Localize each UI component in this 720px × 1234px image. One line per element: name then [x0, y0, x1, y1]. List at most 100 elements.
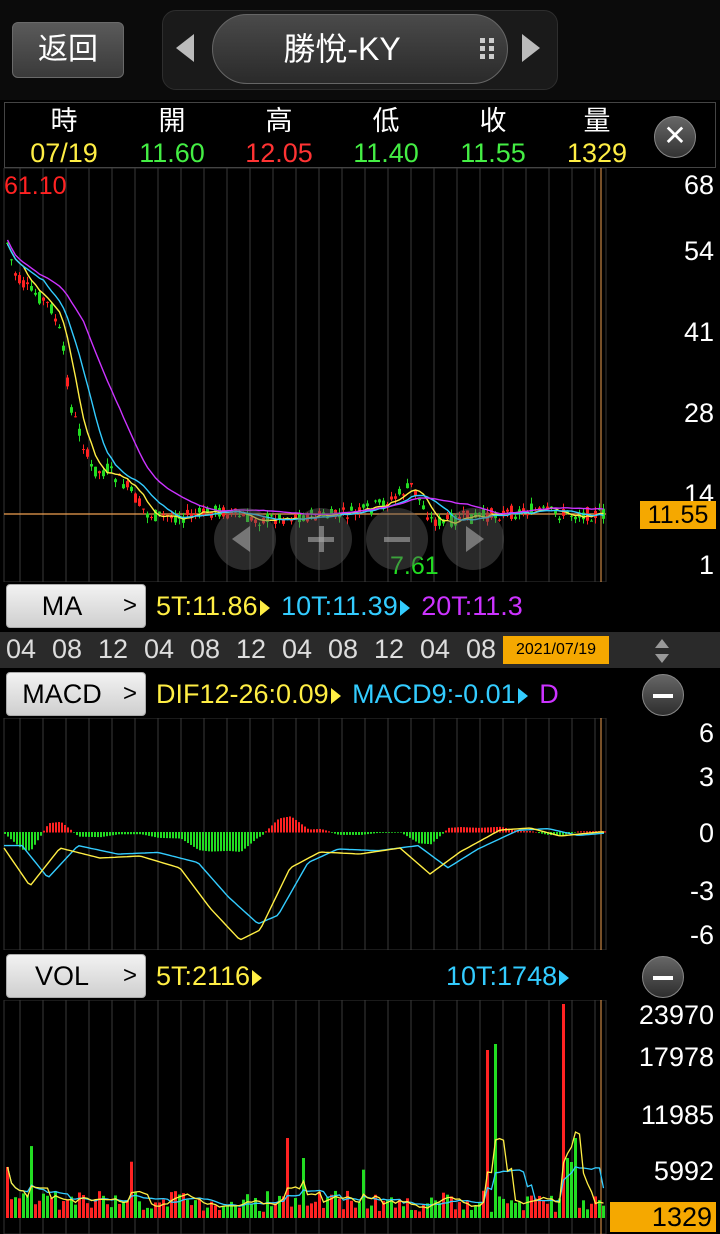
candle: [62, 345, 65, 351]
macd-osc-bar: [253, 832, 255, 842]
volume-bar: [522, 1210, 525, 1218]
volume-bar: [170, 1192, 173, 1218]
left-arrow-icon[interactable]: [176, 34, 194, 62]
macd-osc-bar: [19, 832, 21, 848]
macd-osc-bar: [418, 832, 420, 844]
macd-osc-bar: [490, 827, 492, 833]
macd-indicator-button[interactable]: MACD >: [6, 672, 146, 716]
macd-osc-bar: [538, 832, 540, 834]
macd-osc-bar: [442, 832, 444, 834]
candle: [142, 508, 145, 510]
macd-osc-bar: [100, 832, 102, 838]
flag-icon: [259, 599, 270, 616]
flag-icon: [559, 969, 570, 986]
candle: [514, 516, 517, 519]
volume-bar: [274, 1203, 277, 1218]
ma-indicator-button[interactable]: MA >: [6, 584, 146, 628]
quote-label: 高: [265, 106, 293, 136]
macd-osc-bar: [298, 822, 300, 833]
macd-osc-bar: [574, 832, 576, 833]
candle: [26, 282, 29, 285]
macd-osc-bar: [337, 832, 339, 835]
macd-osc-bar: [172, 832, 174, 839]
candle: [146, 513, 149, 518]
macd-osc-bar: [430, 832, 432, 845]
candle: [362, 504, 365, 508]
volume-bar: [30, 1146, 33, 1218]
macd-osc-bar: [265, 831, 267, 833]
flag-icon: [252, 969, 263, 986]
candle: [130, 486, 133, 491]
macd-osc-bar: [391, 832, 393, 833]
time-tick: 04: [6, 634, 37, 664]
candle: [542, 506, 545, 508]
pan-right-icon[interactable]: [442, 508, 504, 570]
candle: [58, 326, 61, 329]
macd-osc-bar: [451, 827, 453, 833]
macd-osc-bar: [118, 832, 120, 835]
zoom-in-icon[interactable]: [290, 508, 352, 570]
macd-y-tick: 3: [698, 762, 714, 792]
macd-osc-bar: [262, 832, 264, 835]
macd-osc-bar: [16, 832, 18, 845]
macd-osc-bar: [205, 832, 207, 851]
pan-left-icon[interactable]: [214, 508, 276, 570]
sort-arrows-icon[interactable]: [652, 636, 672, 666]
volume-bar: [298, 1204, 301, 1218]
vol-indicator-button[interactable]: VOL >: [6, 954, 146, 998]
volume-chart[interactable]: [0, 1000, 720, 1234]
macd-osc-bar: [40, 832, 42, 836]
volume-bar: [322, 1207, 325, 1218]
candle: [66, 377, 69, 387]
macd-osc-bar: [79, 832, 81, 837]
price-chart[interactable]: [0, 168, 720, 582]
macd-osc-bar: [355, 832, 357, 835]
grid-menu-icon[interactable]: [478, 36, 498, 62]
zoom-out-icon[interactable]: [366, 508, 428, 570]
macd-osc-bar: [217, 832, 219, 852]
volume-bar: [26, 1195, 29, 1218]
volume-bar: [6, 1166, 9, 1218]
macd-osc-bar: [214, 832, 216, 852]
macd-osc-bar: [316, 829, 318, 833]
macd-chart[interactable]: [0, 718, 720, 950]
candle: [430, 517, 433, 519]
volume-bar: [454, 1209, 457, 1218]
macd-osc-bar: [412, 832, 414, 840]
macd-osc-bar: [67, 827, 69, 833]
volume-bar: [278, 1195, 281, 1218]
minus-icon[interactable]: [642, 674, 684, 716]
macd-osc-bar: [31, 832, 33, 850]
macd-osc-bar: [256, 832, 258, 839]
time-tick: 04: [144, 634, 175, 664]
candle: [98, 471, 101, 474]
macd-y-tick: 6: [698, 718, 714, 748]
volume-bar: [186, 1199, 189, 1218]
time-tick: 12: [374, 634, 405, 664]
vol-y-tick: 17978: [638, 1042, 714, 1072]
volume-bar: [586, 1209, 589, 1218]
close-icon[interactable]: ✕: [654, 116, 696, 158]
volume-bar: [182, 1193, 185, 1218]
volume-bar: [266, 1191, 269, 1218]
vol-y-tick: 5992: [653, 1156, 714, 1186]
price-y-tick: 68: [683, 170, 714, 200]
macd-osc-bar: [250, 832, 252, 844]
macd-values: DIF12-26:0.09 MACD9:-0.01 D: [156, 674, 610, 714]
macd-osc-bar: [583, 831, 585, 833]
candle: [18, 275, 21, 284]
minus-icon[interactable]: [642, 956, 684, 998]
volume-bar: [566, 1158, 569, 1218]
volume-bar: [290, 1206, 293, 1218]
macd-osc-bar: [244, 832, 246, 849]
right-arrow-icon[interactable]: [522, 34, 540, 62]
candle: [398, 488, 401, 495]
candle: [126, 481, 129, 488]
macd-osc-bar: [97, 832, 99, 838]
candle: [114, 479, 117, 483]
macd-osc-bar: [373, 832, 375, 834]
back-button[interactable]: 返回: [12, 22, 124, 78]
macd-osc-bar: [28, 832, 30, 851]
macd-osc-bar: [160, 832, 162, 838]
macd-osc-bar: [403, 832, 405, 835]
